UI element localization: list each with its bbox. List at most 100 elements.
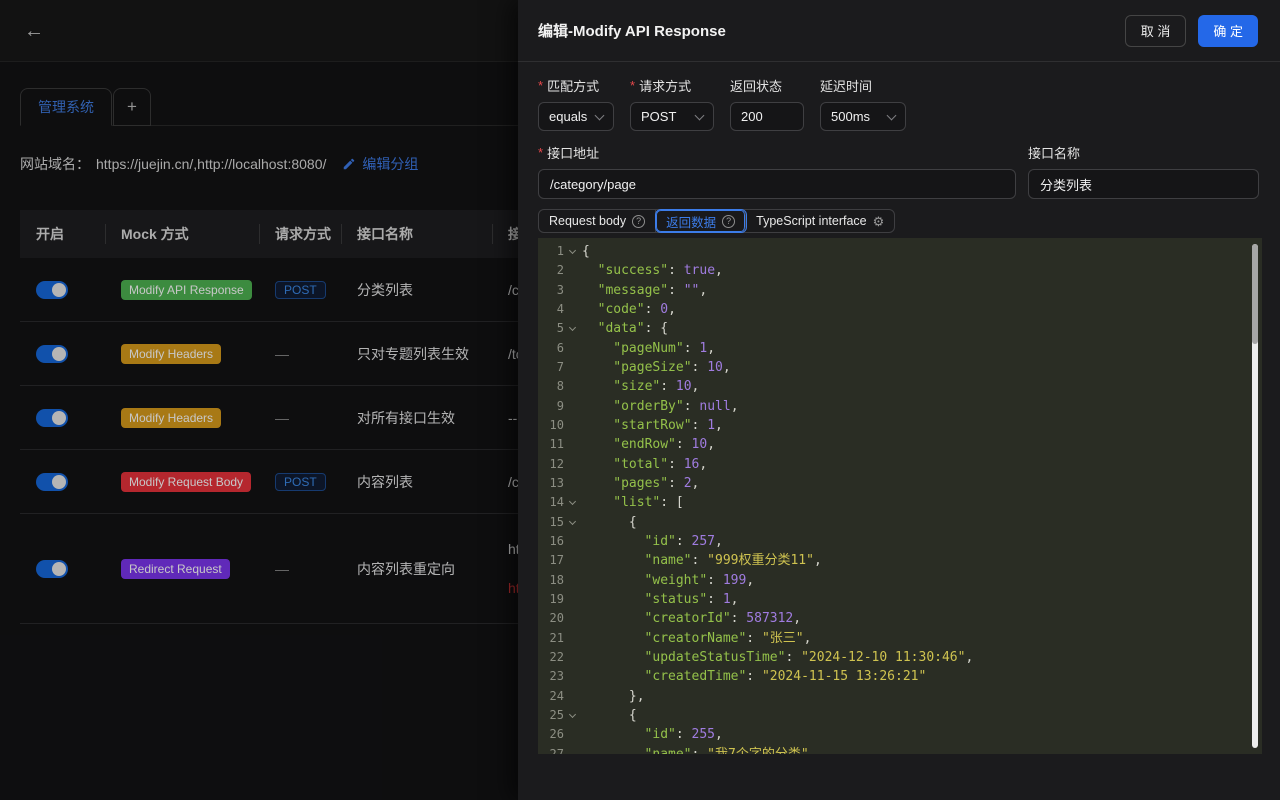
token-k: "orderBy" (613, 399, 683, 414)
help-circle-icon[interactable]: ? (632, 215, 645, 228)
token-s: "张三" (762, 631, 804, 646)
fold-spacer (564, 745, 581, 754)
fold-caret-icon[interactable] (564, 319, 581, 338)
token-n: 16 (684, 457, 700, 472)
token-k: "data" (598, 321, 645, 336)
request-method-label: 请求方式 (639, 76, 691, 95)
required-asterisk: * (630, 78, 635, 93)
fold-spacer (564, 261, 581, 280)
token-k: "pageNum" (613, 341, 683, 356)
token-k: "size" (613, 379, 660, 394)
confirm-button[interactable]: 确 定 (1198, 15, 1258, 47)
token-p: : (707, 573, 723, 588)
drawer-title: 编辑-Modify API Response (538, 20, 1125, 41)
fold-spacer (564, 648, 581, 667)
token-k: "pageSize" (613, 360, 691, 375)
editor-tab-active[interactable]: 返回数据? (656, 210, 746, 232)
code-text: "data": { (582, 319, 1262, 338)
api-url-input[interactable]: /category/page (538, 169, 1016, 199)
response-status-input[interactable]: 200 (730, 102, 804, 131)
token-n: 255 (692, 727, 715, 742)
token-p: { (582, 244, 590, 259)
line-gutter: 19 (538, 590, 582, 609)
code-line: 16"id": 257, (538, 532, 1262, 551)
help-circle-icon[interactable]: ? (722, 215, 735, 228)
line-number: 22 (538, 648, 564, 667)
code-line: 20"creatorId": 587312, (538, 609, 1262, 628)
json-response-editor[interactable]: 1{2"success": true,3"message": "",4"code… (538, 238, 1262, 754)
line-gutter: 15 (538, 513, 582, 532)
code-line: 8"size": 10, (538, 377, 1262, 396)
token-p: , (699, 283, 707, 298)
line-gutter: 8 (538, 377, 582, 396)
api-name-label: 接口名称 (1028, 143, 1080, 162)
line-number: 27 (538, 745, 564, 754)
line-gutter: 2 (538, 261, 582, 280)
token-p: : { (645, 321, 668, 336)
code-text: "total": 16, (582, 455, 1262, 474)
token-k: "endRow" (613, 437, 676, 452)
code-text: "id": 257, (582, 532, 1262, 551)
line-gutter: 21 (538, 629, 582, 648)
fold-caret-icon[interactable] (564, 706, 581, 725)
fold-caret-icon[interactable] (564, 513, 581, 532)
token-n: null (699, 399, 730, 414)
token-k: "createdTime" (645, 669, 747, 684)
fold-caret-icon[interactable] (564, 242, 581, 261)
code-line: 26"id": 255, (538, 725, 1262, 744)
token-p: , (699, 457, 707, 472)
token-k: "message" (598, 283, 668, 298)
token-p: : (676, 727, 692, 742)
line-gutter: 7 (538, 358, 582, 377)
line-number: 12 (538, 455, 564, 474)
code-line: 15{ (538, 513, 1262, 532)
code-line: 23"createdTime": "2024-11-15 13:26:21" (538, 667, 1262, 686)
token-k: "id" (645, 727, 676, 742)
token-k: "pages" (613, 476, 668, 491)
editor-tab-label: 返回数据 (666, 212, 716, 231)
token-p: : (684, 341, 700, 356)
line-number: 20 (538, 609, 564, 628)
code-line: 9"orderBy": null, (538, 397, 1262, 416)
code-line: 10"startRow": 1, (538, 416, 1262, 435)
code-text: "startRow": 1, (582, 416, 1262, 435)
request-method-select[interactable]: POST (630, 102, 714, 131)
code-line: 6"pageNum": 1, (538, 339, 1262, 358)
token-p: : (684, 399, 700, 414)
token-p: : (692, 553, 708, 568)
line-number: 11 (538, 435, 564, 454)
editor-scrollbar-thumb[interactable] (1252, 244, 1258, 344)
delay-time-select[interactable]: 500ms (820, 102, 906, 131)
code-text: "endRow": 10, (582, 435, 1262, 454)
match-type-label: 匹配方式 (547, 76, 599, 95)
line-gutter: 12 (538, 455, 582, 474)
editor-tab-item[interactable]: Request body? (539, 210, 656, 232)
line-gutter: 26 (538, 725, 582, 744)
line-gutter: 11 (538, 435, 582, 454)
token-p: , (723, 360, 731, 375)
fold-spacer (564, 687, 581, 706)
line-gutter: 14 (538, 493, 582, 512)
fold-spacer (564, 300, 581, 319)
line-number: 8 (538, 377, 564, 396)
token-p: , (965, 650, 973, 665)
editor-tab-item[interactable]: TypeScript interface⚙ (746, 210, 894, 232)
token-p: { (629, 708, 637, 723)
gear-icon[interactable]: ⚙ (873, 215, 885, 228)
match-type-select[interactable]: equals (538, 102, 614, 131)
token-p: , (746, 573, 754, 588)
code-text: "createdTime": "2024-11-15 13:26:21" (582, 667, 1262, 686)
token-s: "我7个字的分类" (707, 747, 808, 754)
api-name-input[interactable]: 分类列表 (1028, 169, 1259, 199)
fold-spacer (564, 397, 581, 416)
line-gutter: 27 (538, 745, 582, 754)
code-text: "code": 0, (582, 300, 1262, 319)
token-p: : (660, 379, 676, 394)
fold-caret-icon[interactable] (564, 493, 581, 512)
code-line: 14"list": [ (538, 493, 1262, 512)
fold-spacer (564, 571, 581, 590)
cancel-button[interactable]: 取 消 (1125, 15, 1187, 47)
line-gutter: 17 (538, 551, 582, 570)
drawer-overlay-mask[interactable] (0, 0, 518, 800)
code-text: "updateStatusTime": "2024-12-10 11:30:46… (582, 648, 1262, 667)
